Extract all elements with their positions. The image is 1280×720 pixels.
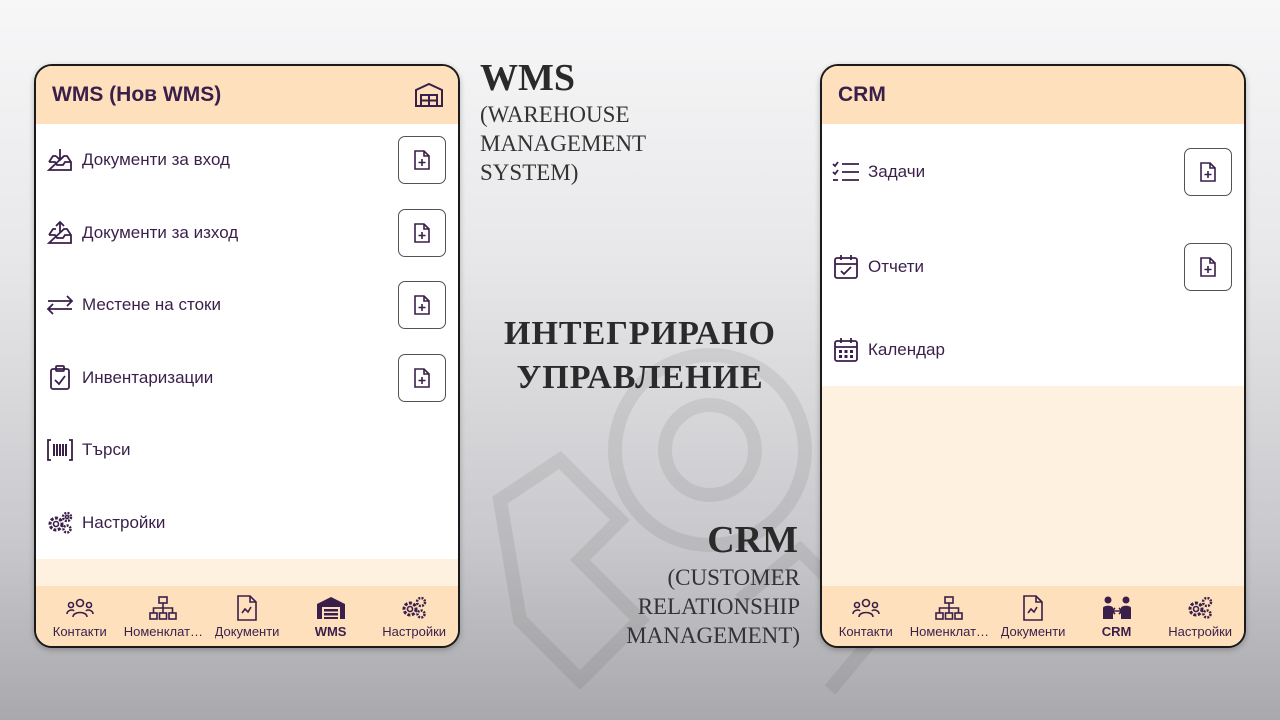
nav-contacts[interactable]: Контакти — [824, 594, 908, 639]
crm-header: CRM — [822, 66, 1244, 124]
file-plus-icon — [1200, 256, 1216, 277]
nav-label: Контакти — [52, 623, 107, 639]
document-icon — [1018, 594, 1048, 622]
nav-wms[interactable]: WMS — [289, 594, 373, 639]
menu-label: Настройки — [82, 512, 166, 532]
menu-item-settings[interactable]: Настройки — [36, 487, 458, 560]
crm-subtitle-line: Relationship — [637, 594, 800, 619]
gears-icon — [399, 594, 429, 622]
heading-line: УПРАВЛЕНИЕ — [516, 359, 764, 396]
gears-icon — [46, 509, 74, 537]
document-icon — [232, 594, 262, 622]
gears-icon — [1185, 594, 1215, 622]
people-icon — [65, 594, 95, 622]
content-filler — [822, 386, 1244, 592]
people-icon — [851, 594, 881, 622]
add-document-button[interactable] — [398, 136, 446, 185]
add-document-button[interactable] — [398, 353, 446, 402]
wms-subtitle: (Warehouse Management System) — [480, 100, 646, 187]
menu-item-search[interactable]: Търси — [36, 414, 458, 487]
menu-label: Документи за изход — [82, 222, 239, 242]
nav-settings[interactable]: Настройки — [372, 594, 456, 639]
menu-label: Документи за вход — [82, 150, 230, 170]
bottom-nav: Контакти Номенклат… Документи — [36, 586, 458, 646]
nav-documents[interactable]: Документи — [991, 594, 1075, 639]
wms-header: WMS (Нов WMS) — [36, 66, 458, 124]
nav-label: Контакти — [838, 623, 893, 639]
wms-page-title: WMS (Нов WMS) — [52, 83, 222, 106]
crm-subtitle-line: (Customer — [667, 565, 801, 590]
menu-item-outgoing-docs[interactable]: Документи за изход — [36, 197, 458, 270]
file-plus-icon — [414, 367, 430, 388]
nav-label: Настройки — [382, 623, 447, 639]
nav-nomenclatures[interactable]: Номенклат… — [122, 594, 206, 639]
checklist-icon — [832, 158, 860, 186]
add-document-button[interactable] — [1184, 242, 1232, 291]
handshake-people-icon — [1102, 594, 1132, 622]
calendar-check-icon — [832, 253, 860, 281]
nav-label: Номенклат… — [909, 623, 990, 639]
nav-label: Номенклат… — [123, 623, 204, 639]
wms-menu: Документи за вход Документи за изход Мес… — [36, 124, 458, 559]
heading-line: ИНТЕГРИРАНО — [504, 315, 776, 352]
integrated-management-heading: ИНТЕГРИРАНО УПРАВЛЕНИЕ — [470, 312, 810, 400]
barcode-scan-icon — [46, 436, 74, 464]
file-plus-icon — [1200, 161, 1216, 182]
file-plus-icon — [414, 150, 430, 171]
menu-label: Календар — [868, 340, 945, 359]
add-document-button[interactable] — [398, 281, 446, 330]
wms-subtitle-line: (Warehouse — [480, 102, 630, 127]
menu-label: Търси — [82, 440, 131, 460]
crm-heading: CRM — [707, 519, 798, 561]
menu-label: Отчети — [868, 256, 925, 276]
calendar-grid-icon — [832, 336, 860, 364]
menu-item-incoming-docs[interactable]: Документи за вход — [36, 124, 458, 197]
nav-label: CRM — [1101, 623, 1132, 639]
add-document-button[interactable] — [398, 208, 446, 257]
nav-contacts[interactable]: Контакти — [38, 594, 122, 639]
menu-item-calendar[interactable]: Календар — [822, 314, 1244, 386]
menu-label: Инвентаризации — [82, 367, 214, 387]
inbox-out-icon — [46, 219, 74, 247]
hierarchy-icon — [148, 594, 178, 622]
clipboard-check-icon — [46, 364, 74, 392]
wms-heading: WMS — [480, 57, 575, 99]
crm-menu: Задачи Отчети Календар — [822, 124, 1244, 386]
menu-item-tasks[interactable]: Задачи — [822, 124, 1244, 219]
warehouse-icon[interactable] — [414, 82, 444, 108]
crm-page-title: CRM — [838, 83, 886, 106]
nav-label: WMS — [314, 623, 347, 639]
nav-label: Документи — [1000, 623, 1066, 639]
transfer-arrows-icon — [46, 291, 74, 319]
file-plus-icon — [414, 295, 430, 316]
nav-crm[interactable]: CRM — [1075, 594, 1159, 639]
menu-item-move-goods[interactable]: Местене на стоки — [36, 269, 458, 342]
bottom-nav: Контакти Номенклат… Документи — [822, 586, 1244, 646]
hierarchy-icon — [934, 594, 964, 622]
nav-documents[interactable]: Документи — [205, 594, 289, 639]
menu-item-inventory[interactable]: Инвентаризации — [36, 342, 458, 415]
nav-settings[interactable]: Настройки — [1158, 594, 1242, 639]
wms-subtitle-line: System) — [480, 160, 579, 185]
crm-phone-screen: CRM Задачи Отчети Календар Контакти Номе… — [820, 64, 1246, 648]
nav-label: Документи — [214, 623, 280, 639]
file-plus-icon — [414, 222, 430, 243]
crm-subtitle-line: Management) — [626, 623, 800, 648]
crm-subtitle: (Customer Relationship Management) — [560, 563, 800, 650]
wms-subtitle-line: Management — [480, 131, 647, 156]
wms-phone-screen: WMS (Нов WMS) Документи за вход Документ… — [34, 64, 460, 648]
menu-label: Местене на стоки — [82, 295, 221, 315]
add-document-button[interactable] — [1184, 147, 1232, 196]
menu-label: Задачи — [868, 161, 926, 181]
inbox-in-icon — [46, 146, 74, 174]
nav-nomenclatures[interactable]: Номенклат… — [908, 594, 992, 639]
menu-item-reports[interactable]: Отчети — [822, 219, 1244, 314]
warehouse-icon — [316, 594, 346, 622]
nav-label: Настройки — [1168, 623, 1233, 639]
